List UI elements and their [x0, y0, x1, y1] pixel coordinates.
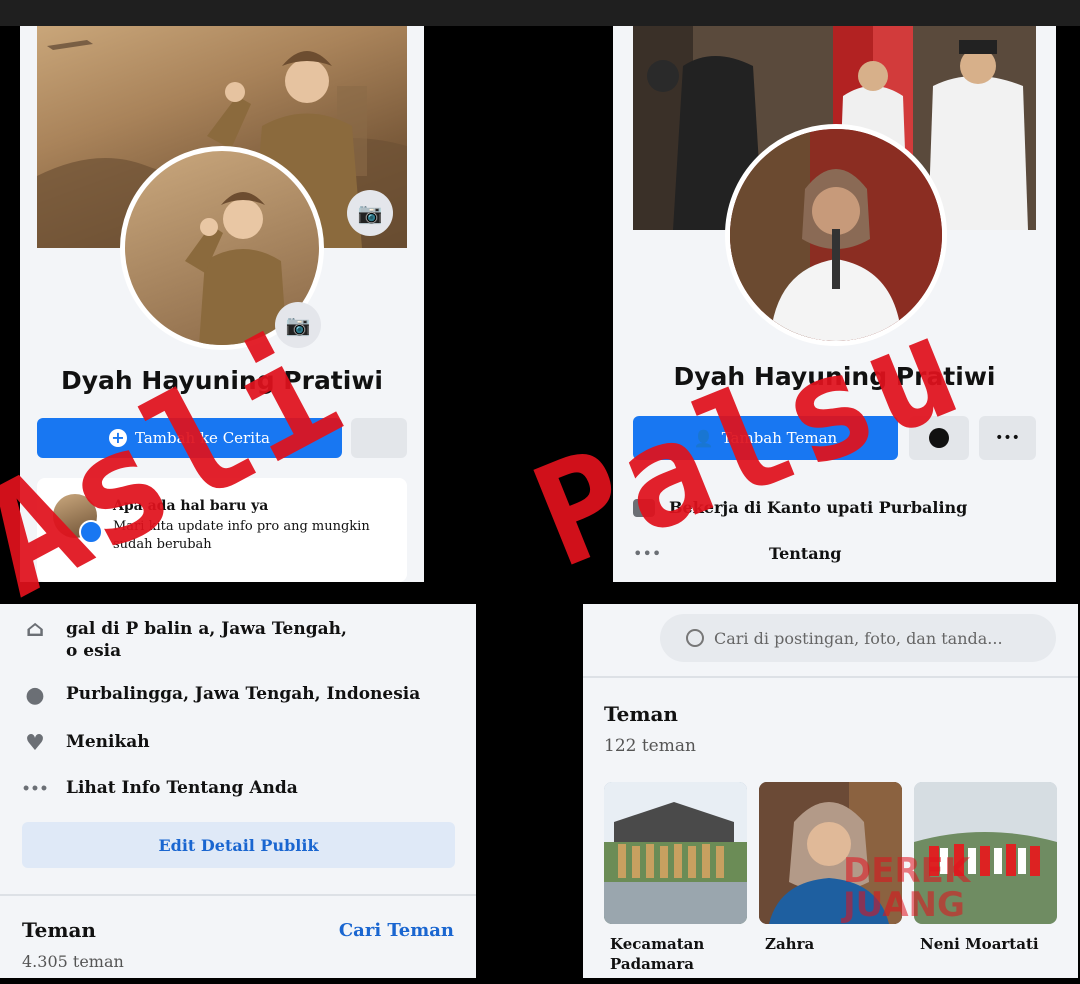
detail-text: Lihat Info Tentang Anda — [66, 778, 298, 798]
left-details-panel: ⌂ gal di P balin a, Jawa Tengah, o esia … — [0, 604, 476, 978]
cover-camera-button[interactable]: 📷 — [347, 190, 393, 236]
detail-see-about[interactable]: ••• Lihat Info Tentang Anda — [22, 778, 452, 800]
watermark-text: DEREK JUANG — [843, 851, 971, 925]
location-icon: ● — [25, 682, 45, 708]
detail-text: Menikah — [66, 732, 150, 752]
more-icon: ••• — [21, 781, 49, 797]
more-options-button[interactable]: ••• — [979, 416, 1036, 460]
detail-text: gal di P balin a, Jawa Tengah, o esia — [66, 619, 347, 661]
friends-count: 122 teman — [604, 736, 696, 756]
divider — [0, 894, 476, 896]
detail-location: ● Purbalingga, Jawa Tengah, Indonesia — [22, 684, 452, 706]
edit-public-details-button[interactable]: Edit Detail Publik — [22, 822, 455, 868]
more-label: ••• — [995, 430, 1020, 446]
friends-title: Teman — [604, 702, 678, 726]
friend-name[interactable]: Kecamatan Padamara — [610, 934, 704, 974]
friends-title: Teman — [22, 918, 96, 942]
detail-relationship: ♥ Menikah — [22, 732, 452, 754]
watermark-logo: DEREK JUANG — [773, 854, 1053, 944]
heart-icon: ♥ — [25, 730, 45, 756]
divider — [583, 676, 1078, 678]
search-placeholder: Cari di postingan, foto, dan tanda... — [714, 628, 1003, 648]
right-friends-panel: Cari di postingan, foto, dan tanda... Te… — [583, 604, 1078, 978]
friends-count: 4.305 teman — [22, 952, 124, 971]
about-text: Tentang — [769, 544, 842, 563]
search-icon — [686, 629, 704, 647]
detail-hometown: ⌂ gal di P balin a, Jawa Tengah, o esia — [22, 618, 452, 662]
search-bar[interactable]: Cari di postingan, foto, dan tanda... — [660, 614, 1056, 662]
detail-text: Purbalingga, Jawa Tengah, Indonesia — [66, 684, 421, 704]
friend-thumbnail[interactable] — [604, 782, 747, 924]
top-bar — [0, 0, 1080, 26]
camera-icon: 📷 — [357, 201, 383, 225]
find-friends-link[interactable]: Cari Teman — [339, 920, 454, 941]
